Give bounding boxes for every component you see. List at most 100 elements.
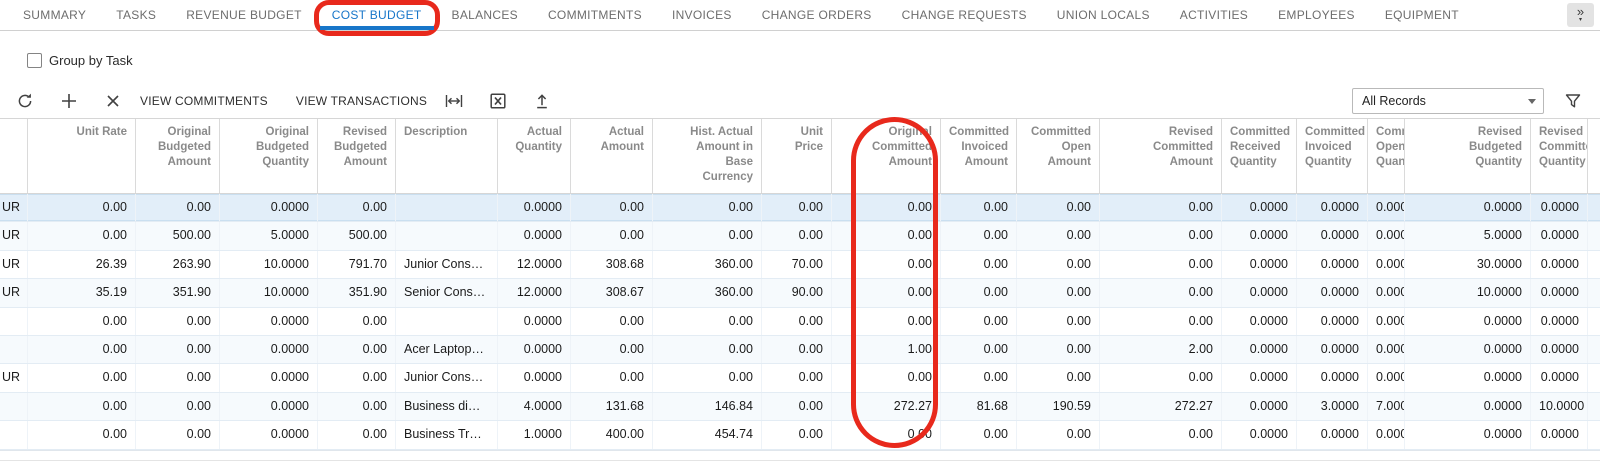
table-row[interactable]: 0.000.000.00000.00Business Tr…1.0000400.… [0, 421, 1600, 449]
cell-actual-quantity[interactable]: 12.0000 [498, 279, 571, 306]
cell-actual-amount[interactable]: 308.68 [571, 251, 653, 278]
tab-balances[interactable]: BALANCES [437, 0, 533, 30]
cell-revised-budgeted-quantity[interactable]: 5.0000 [1405, 222, 1531, 249]
cell-original-committed-amount[interactable]: 1.00 [832, 336, 941, 363]
cell-committed-invoiced-quantity[interactable]: 0.0000 [1297, 421, 1368, 448]
cell-committed-invoiced-amount[interactable]: 0.00 [941, 421, 1017, 448]
cell-hist-actual-amount-in-base-currency[interactable]: 0.00 [653, 364, 762, 391]
tab-employees[interactable]: EMPLOYEES [1263, 0, 1370, 30]
cell-committed-open-quantity[interactable]: 0.0000 [1368, 421, 1405, 448]
cell-hist-actual-amount-in-base-currency[interactable]: 0.00 [653, 194, 762, 221]
tab-cost-budget[interactable]: COST BUDGET [317, 0, 437, 30]
cell-committed-invoiced-quantity[interactable]: 0.0000 [1297, 194, 1368, 221]
cell-hist-actual-amount-in-base-currency[interactable]: 146.84 [653, 393, 762, 420]
cell-unit-rate[interactable]: 0.00 [28, 336, 136, 363]
column-header-revised-budgeted-quantity[interactable]: RevisedBudgetedQuantity [1405, 119, 1531, 193]
cell-revised-budgeted-amount[interactable]: 500.00 [318, 222, 396, 249]
column-header-committed-invoiced-amount[interactable]: CommittedInvoicedAmount [941, 119, 1017, 193]
cell-revised-budgeted-amount[interactable]: 0.00 [318, 393, 396, 420]
cell-original-budgeted-amount[interactable]: 0.00 [136, 336, 220, 363]
cell-actual-amount[interactable]: 131.68 [571, 393, 653, 420]
cell-original-budgeted-quantity[interactable]: 0.0000 [220, 393, 318, 420]
cell-original-budgeted-amount[interactable]: 500.00 [136, 222, 220, 249]
cell-revised-budgeted-quantity[interactable]: 0.0000 [1405, 393, 1531, 420]
cell-description[interactable]: Business di… [396, 393, 498, 420]
cell-revised-committed-quantity[interactable]: 0.0000 [1531, 421, 1588, 448]
cell-original-budgeted-amount[interactable]: 0.00 [136, 393, 220, 420]
cell-unit-rate[interactable]: 0.00 [28, 222, 136, 249]
cell-committed-received-quantity[interactable]: 0.0000 [1222, 194, 1297, 221]
filter-settings-button[interactable] [1560, 88, 1586, 114]
refresh-button[interactable] [12, 88, 38, 114]
cell-original-budgeted-quantity[interactable]: 0.0000 [220, 421, 318, 448]
cell-hist-actual-amount-in-base-currency[interactable]: 360.00 [653, 279, 762, 306]
records-filter-dropdown[interactable]: All Records [1352, 88, 1544, 114]
column-header-original-budgeted-quantity[interactable]: OriginalBudgetedQuantity [220, 119, 318, 193]
view-transactions-button[interactable]: VIEW TRANSACTIONS [296, 94, 427, 108]
cell-uom[interactable]: UR [0, 222, 28, 249]
cell-revised-committed-quantity[interactable]: 0.0000 [1531, 364, 1588, 391]
cell-unit-rate[interactable]: 0.00 [28, 194, 136, 221]
column-header-unit-rate[interactable]: Unit Rate [28, 119, 136, 193]
cell-committed-invoiced-amount[interactable]: 0.00 [941, 222, 1017, 249]
cell-committed-open-amount[interactable]: 0.00 [1017, 308, 1100, 335]
cell-original-budgeted-amount[interactable]: 0.00 [136, 308, 220, 335]
cell-revised-budgeted-amount[interactable]: 351.90 [318, 279, 396, 306]
column-header-original-committed-amount[interactable]: OriginalCommittedAmount [832, 119, 941, 193]
cell-committed-open-quantity[interactable]: 0.0000 [1368, 336, 1405, 363]
cell-unit-rate[interactable]: 0.00 [28, 308, 136, 335]
cell-unit-rate[interactable]: 35.19 [28, 279, 136, 306]
cell-original-budgeted-amount[interactable]: 0.00 [136, 194, 220, 221]
cell-committed-open-quantity[interactable]: 0.0000 [1368, 308, 1405, 335]
cell-revised-committed-amount[interactable]: 0.00 [1100, 364, 1222, 391]
table-row[interactable]: 0.000.000.00000.000.00000.000.000.000.00… [0, 308, 1600, 336]
cell-committed-open-amount[interactable]: 0.00 [1017, 364, 1100, 391]
cell-unit-price[interactable]: 0.00 [762, 194, 832, 221]
cell-actual-quantity[interactable]: 0.0000 [498, 364, 571, 391]
cell-description[interactable]: Senior Cons… [396, 279, 498, 306]
table-row[interactable]: UR35.19351.9010.0000351.90Senior Cons…12… [0, 279, 1600, 307]
cell-revised-budgeted-quantity[interactable]: 0.0000 [1405, 308, 1531, 335]
cell-description[interactable]: Junior Cons… [396, 364, 498, 391]
cell-committed-received-quantity[interactable]: 0.0000 [1222, 364, 1297, 391]
column-header-revised-budgeted-amount[interactable]: RevisedBudgetedAmount [318, 119, 396, 193]
cell-committed-received-quantity[interactable]: 0.0000 [1222, 251, 1297, 278]
cell-revised-budgeted-amount[interactable]: 0.00 [318, 421, 396, 448]
cell-unit-price[interactable]: 0.00 [762, 222, 832, 249]
cell-committed-invoiced-amount[interactable]: 81.68 [941, 393, 1017, 420]
tab-activities[interactable]: ACTIVITIES [1165, 0, 1263, 30]
cell-committed-invoiced-quantity[interactable]: 0.0000 [1297, 364, 1368, 391]
cell-committed-received-quantity[interactable]: 0.0000 [1222, 279, 1297, 306]
column-header-committed-received-quantity[interactable]: CommittedReceivedQuantity [1222, 119, 1297, 193]
cell-original-committed-amount[interactable]: 0.00 [832, 194, 941, 221]
cell-unit-price[interactable]: 0.00 [762, 393, 832, 420]
cell-revised-committed-amount[interactable]: 0.00 [1100, 251, 1222, 278]
cell-hist-actual-amount-in-base-currency[interactable]: 0.00 [653, 222, 762, 249]
cell-revised-committed-quantity[interactable]: 0.0000 [1531, 222, 1588, 249]
cell-original-budgeted-quantity[interactable]: 0.0000 [220, 308, 318, 335]
cell-revised-committed-quantity[interactable]: 10.0000 [1531, 393, 1588, 420]
cell-hist-actual-amount-in-base-currency[interactable]: 360.00 [653, 251, 762, 278]
cell-actual-amount[interactable]: 0.00 [571, 364, 653, 391]
cell-actual-amount[interactable]: 400.00 [571, 421, 653, 448]
cell-revised-committed-amount[interactable]: 0.00 [1100, 308, 1222, 335]
cell-actual-quantity[interactable]: 0.0000 [498, 308, 571, 335]
tab-invoices[interactable]: INVOICES [657, 0, 747, 30]
column-header-unit-price[interactable]: UnitPrice [762, 119, 832, 193]
cell-original-budgeted-amount[interactable]: 0.00 [136, 364, 220, 391]
cell-committed-invoiced-quantity[interactable]: 3.0000 [1297, 393, 1368, 420]
cell-original-budgeted-quantity[interactable]: 5.0000 [220, 222, 318, 249]
cell-committed-invoiced-amount[interactable]: 0.00 [941, 194, 1017, 221]
cell-original-committed-amount[interactable]: 0.00 [832, 421, 941, 448]
cell-committed-invoiced-quantity[interactable]: 0.0000 [1297, 308, 1368, 335]
cell-revised-budgeted-amount[interactable]: 791.70 [318, 251, 396, 278]
cell-original-budgeted-quantity[interactable]: 10.0000 [220, 251, 318, 278]
cell-committed-open-amount[interactable]: 0.00 [1017, 336, 1100, 363]
cell-original-budgeted-amount[interactable]: 263.90 [136, 251, 220, 278]
cell-revised-committed-quantity[interactable]: 0.0000 [1531, 336, 1588, 363]
cell-actual-amount[interactable]: 0.00 [571, 222, 653, 249]
cell-committed-received-quantity[interactable]: 0.0000 [1222, 393, 1297, 420]
cell-description[interactable]: Acer Laptop… [396, 336, 498, 363]
cell-uom[interactable] [0, 393, 28, 420]
cell-actual-quantity[interactable]: 4.0000 [498, 393, 571, 420]
